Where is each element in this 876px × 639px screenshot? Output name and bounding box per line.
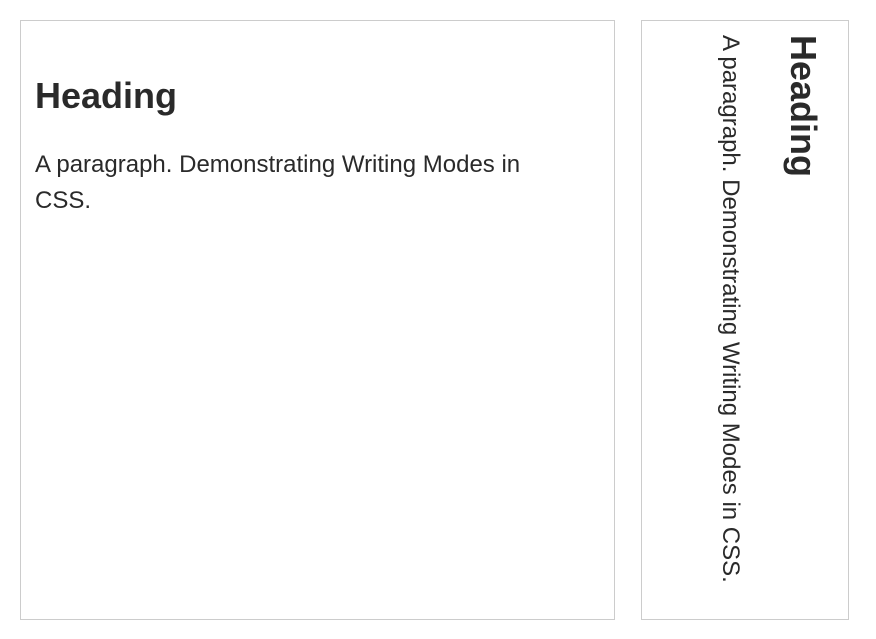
heading: Heading xyxy=(35,75,178,116)
vertical-writing-mode-box: Heading A paragraph. Demonstrating Writi… xyxy=(641,20,849,620)
horizontal-writing-mode-box: Heading A paragraph. Demonstrating Writi… xyxy=(20,20,615,620)
paragraph: A paragraph. Demonstrating Writing Modes… xyxy=(716,35,744,583)
paragraph: A paragraph. Demonstrating Writing Modes… xyxy=(35,151,521,215)
heading: Heading xyxy=(783,35,824,178)
